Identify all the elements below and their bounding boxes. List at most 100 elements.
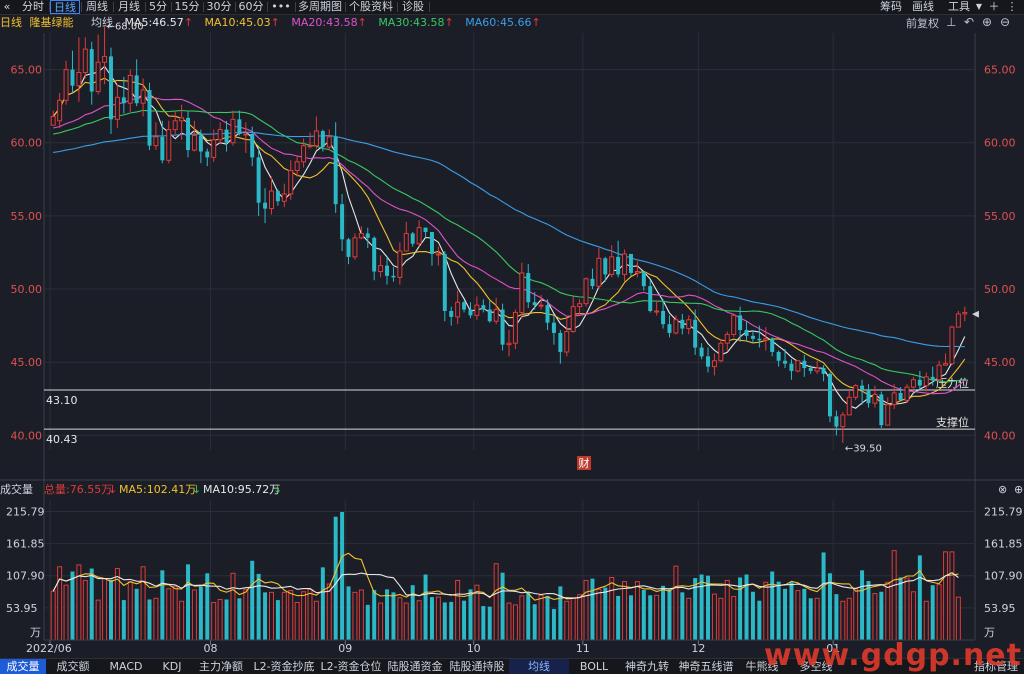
ma-label[interactable]: 均线: [91, 16, 113, 29]
tab-separator: [429, 2, 430, 12]
lock-icon[interactable]: ⊥: [946, 15, 956, 29]
zoom-out-icon[interactable]: ⊖: [1000, 15, 1010, 29]
volume-bar-up: [904, 577, 910, 641]
volume-bar-down: [275, 600, 280, 640]
volume-bar-up: [596, 588, 602, 641]
down-arrow-icon: ↓: [273, 483, 283, 496]
volume-bar-up: [570, 597, 576, 641]
candlestick-chart[interactable]: 43.10 压力位 40.43 支撑位 40.00 40.00 45.00 45.00 50.…: [0, 0, 1024, 673]
volume-bar-down: [134, 588, 139, 640]
tab-9[interactable]: 多周期图: [296, 0, 344, 14]
indicator-tab-0[interactable]: 成交量: [0, 659, 46, 674]
volume-bar-down: [108, 579, 113, 640]
indicator-tab-11[interactable]: 神奇九转: [619, 659, 675, 674]
volume-bar-up: [724, 579, 730, 641]
expand-icon[interactable]: ⊕: [1014, 482, 1023, 498]
volume-bar-up: [538, 594, 544, 641]
zoom-in-icon[interactable]: ⊕: [982, 15, 992, 29]
candle-body-up: [114, 96, 120, 120]
volume-bar-up: [326, 583, 332, 641]
tab-0[interactable]: 分时: [18, 0, 48, 14]
chips-button[interactable]: 筹码: [876, 0, 906, 14]
tab-1[interactable]: 日线: [50, 0, 80, 14]
candle-body-down: [866, 390, 871, 404]
tab-5[interactable]: 15分: [172, 0, 202, 14]
level-value: 40.43: [46, 433, 78, 446]
candle-body-up: [352, 237, 358, 258]
candle-body-up: [872, 393, 878, 404]
volume-bar-up: [313, 600, 319, 641]
indicator-tab-10[interactable]: BOLL: [570, 659, 618, 674]
candle-body-up: [763, 338, 769, 341]
candle-body-up: [718, 342, 724, 362]
tab-6[interactable]: 30分: [204, 0, 234, 14]
close-icon[interactable]: ⊗: [998, 482, 1007, 498]
adjust-select[interactable]: 前复权: [906, 15, 939, 31]
volume-bar-down: [250, 560, 255, 640]
volume-bar-up: [474, 584, 480, 641]
candle-body-up: [506, 342, 512, 346]
price-tick-left: 60.00: [11, 137, 43, 150]
candle-body-down: [545, 305, 550, 323]
indicator-tab-12[interactable]: 神奇五线谱: [676, 659, 736, 674]
volume-bar-up: [102, 578, 108, 641]
tab-7[interactable]: 60分: [236, 0, 266, 14]
volume-bar-up: [814, 597, 820, 641]
undo-icon[interactable]: ↶: [964, 15, 974, 29]
down-arrow-icon: ↓: [108, 483, 118, 496]
add-icon[interactable]: ＋: [988, 0, 1000, 14]
volume-bar-down: [750, 591, 755, 640]
tab-2[interactable]: 周线: [82, 0, 112, 14]
tab-11[interactable]: 诊股: [398, 0, 428, 14]
price-tick-right: 45.00: [984, 356, 1016, 369]
candle-body-up: [211, 139, 217, 158]
indicator-tab-6[interactable]: L2-资金仓位: [318, 659, 384, 674]
volume-bar-up: [840, 600, 846, 641]
volume-bar-down: [917, 555, 922, 640]
candle-body-down: [776, 351, 781, 361]
volume-bar-down: [410, 585, 415, 640]
tab-10[interactable]: 个股资料: [346, 0, 396, 14]
candle-body-down: [250, 133, 255, 158]
chevron-down-icon[interactable]: ▼: [974, 0, 984, 14]
volume-bar-down: [385, 589, 390, 640]
candle-body-up: [885, 404, 891, 426]
volume-bar-up: [795, 590, 801, 641]
candle-body-down: [789, 363, 794, 371]
indicator-tab-8[interactable]: 陆股通持股: [446, 659, 508, 674]
volume-tick-right: 53.95: [984, 602, 1016, 615]
indicator-tab-1[interactable]: 成交额: [47, 659, 99, 674]
volume-title[interactable]: 成交量: [0, 482, 33, 498]
more-icon[interactable]: ⋮: [1006, 0, 1018, 14]
volume-bar-up: [493, 563, 499, 641]
volume-tick-right: 107.90: [984, 570, 1023, 583]
indicator-tab-3[interactable]: KDJ: [153, 659, 191, 674]
tab-3[interactable]: 月线: [114, 0, 144, 14]
candle-body-up: [179, 117, 185, 122]
candle-body-down: [462, 302, 467, 310]
indicator-tab-9[interactable]: 均线: [509, 659, 569, 674]
tab-4[interactable]: 5分: [146, 0, 170, 14]
candle-body-down: [186, 117, 191, 151]
low-label: ←39.50: [845, 444, 882, 455]
tab-8[interactable]: •••: [268, 0, 294, 14]
down-arrow-icon: ↓: [192, 483, 202, 496]
indicator-tab-4[interactable]: 主力净额: [192, 659, 250, 674]
volume-bar-up: [378, 602, 384, 641]
tools-button[interactable]: 工具: [944, 0, 974, 14]
candle-body-up: [294, 161, 300, 172]
volume-bar-up: [435, 596, 441, 641]
volume-bar-down: [532, 604, 537, 640]
ma-legend: 日线 隆基绿能 均线 MA5:46.57↑ MA10:45.03↑ MA20:4…: [0, 15, 549, 31]
indicator-tab-7[interactable]: 陆股通资金: [385, 659, 445, 674]
indicator-tab-2[interactable]: MACD: [100, 659, 152, 674]
candle-body-down: [834, 416, 839, 427]
candle-body-up: [731, 314, 737, 335]
candle-body-up: [326, 136, 332, 148]
candle-body-up: [166, 129, 172, 161]
draw-line-button[interactable]: 画线: [908, 0, 938, 14]
back-icon[interactable]: «: [0, 0, 14, 14]
volume-bar-up: [179, 600, 185, 641]
indicator-tab-5[interactable]: L2-资金抄底: [251, 659, 317, 674]
candle-body-up: [840, 414, 846, 428]
